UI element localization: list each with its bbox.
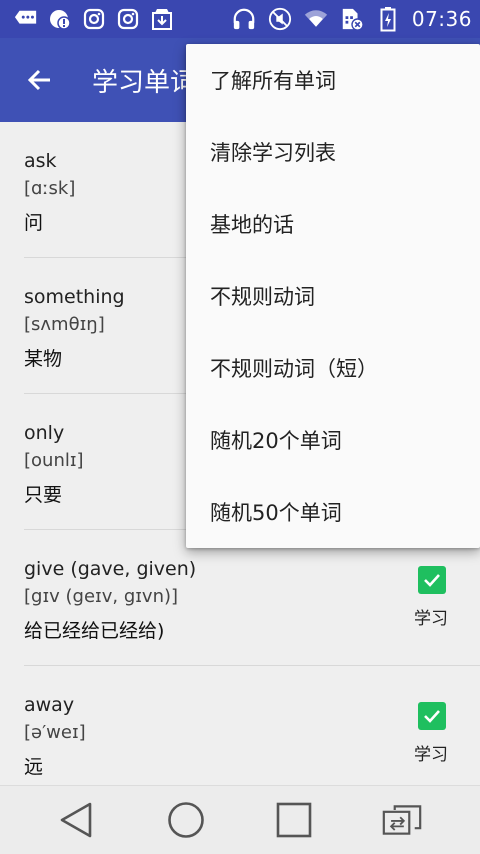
list-item[interactable]: give (gave, given) [gɪv (geɪv, gɪvn)] 给已…	[0, 530, 480, 666]
page-title: 学习单词	[92, 68, 197, 98]
download-box-icon	[150, 7, 174, 31]
home-circle-icon	[168, 802, 204, 838]
nav-switch-button[interactable]	[382, 800, 422, 840]
list-item[interactable]: away [ə′weɪ] 远 学习	[0, 666, 480, 802]
message-icon	[14, 7, 38, 31]
word-pronunciation: [ounlɪ]	[24, 450, 84, 471]
menu-item-random-20-words[interactable]: 随机20个单词	[186, 404, 480, 476]
system-icons: 07:36	[232, 4, 472, 34]
word-meaning: 某物	[24, 348, 63, 370]
check-icon	[424, 710, 440, 723]
word-text: only	[24, 422, 65, 444]
learn-checkbox[interactable]	[418, 566, 446, 594]
nav-back-button[interactable]	[56, 800, 96, 840]
recents-square-icon	[276, 802, 312, 838]
learn-checkbox-label: 学习	[414, 609, 448, 629]
nav-home-button[interactable]	[166, 800, 206, 840]
word-pronunciation: [sʌmθɪŋ]	[24, 314, 105, 335]
word-pronunciation: [gɪv (geɪv, gɪvn)]	[24, 586, 179, 607]
wifi-icon	[304, 7, 328, 31]
menu-item-know-all-words[interactable]: 了解所有单词	[186, 44, 480, 116]
notification-icons	[14, 4, 174, 34]
menu-item-irregular-verbs[interactable]: 不规则动词	[186, 260, 480, 332]
menu-item-irregular-verbs-short[interactable]: 不规则动词（短）	[186, 332, 480, 404]
back-button[interactable]	[18, 58, 62, 102]
instagram-icon	[116, 7, 140, 31]
sim-no-signal-icon	[340, 7, 364, 31]
word-text: away	[24, 694, 75, 716]
menu-item-basic-words[interactable]: 基地的话	[186, 188, 480, 260]
back-triangle-icon	[60, 802, 92, 838]
clock: 07:36	[411, 7, 472, 31]
overflow-menu: 了解所有单词 清除学习列表 基地的话 不规则动词 不规则动词（短） 随机20个单…	[186, 44, 480, 548]
screen-switch-icon	[382, 805, 422, 835]
word-meaning: 远	[24, 756, 44, 778]
word-meaning: 给已经给已经给)	[24, 620, 165, 642]
nav-recents-button[interactable]	[274, 800, 314, 840]
word-text: give (gave, given)	[24, 558, 197, 580]
learn-checkbox-label: 学习	[414, 745, 448, 765]
headphones-icon	[232, 7, 256, 31]
word-pronunciation: [ə′weɪ]	[24, 722, 86, 743]
battery-charging-icon	[376, 7, 400, 32]
status-bar: 07:36	[0, 0, 480, 38]
word-text: ask	[24, 150, 57, 172]
word-meaning: 问	[24, 212, 44, 234]
menu-item-random-50-words[interactable]: 随机50个单词	[186, 476, 480, 548]
navigation-bar	[0, 785, 480, 854]
arrow-left-icon	[27, 69, 50, 91]
instagram-icon	[82, 7, 106, 31]
menu-item-clear-study-list[interactable]: 清除学习列表	[186, 116, 480, 188]
word-text: something	[24, 286, 125, 308]
word-meaning: 只要	[24, 484, 63, 506]
word-pronunciation: [ɑːsk]	[24, 178, 76, 199]
mute-icon	[268, 7, 292, 31]
check-icon	[424, 574, 440, 587]
learn-checkbox[interactable]	[418, 702, 446, 730]
notification-alert-icon	[48, 7, 72, 31]
